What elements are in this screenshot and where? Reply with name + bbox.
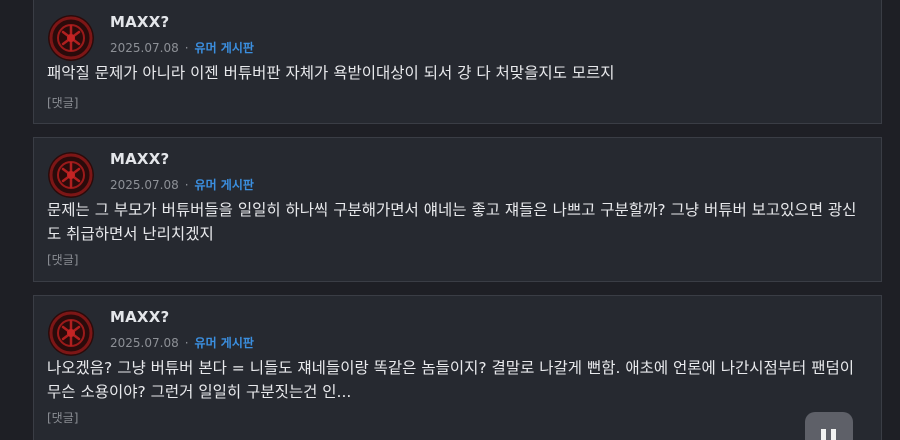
comment-card: MAXX? 2025.07.08 · 유머 게시판 문제는 그 부모가 버튜버들을 … bbox=[33, 137, 882, 282]
comment-text[interactable]: 패악질 문제가 아니라 이젠 버튜버판 자체가 욕받이대상이 되서 걍 다 처맞… bbox=[47, 61, 867, 85]
meta-separator: · bbox=[184, 178, 189, 192]
avatar[interactable] bbox=[48, 152, 94, 198]
red-emblem-avatar-icon bbox=[48, 152, 94, 198]
post-meta: 2025.07.08 · 유머 게시판 bbox=[110, 39, 254, 56]
board-link[interactable]: 유머 게시판 bbox=[195, 41, 254, 55]
comment-card: MAXX? 2025.07.08 · 유머 게시판 패악질 문제가 아니라 이젠 버… bbox=[33, 0, 882, 124]
pause-icon bbox=[821, 429, 826, 440]
red-emblem-avatar-icon bbox=[48, 15, 94, 61]
post-meta: 2025.07.08 · 유머 게시판 bbox=[110, 176, 254, 193]
board-link[interactable]: 유머 게시판 bbox=[195, 178, 254, 192]
reply-link[interactable]: [댓글] bbox=[47, 409, 78, 426]
comment-text[interactable]: 나오겠음? 그냥 버튜버 본다 = 니들도 쟤네들이랑 똑같은 놈들이지? 결말… bbox=[47, 356, 867, 404]
author-name[interactable]: MAXX? bbox=[110, 13, 169, 31]
post-date: 2025.07.08 bbox=[110, 336, 179, 350]
post-date: 2025.07.08 bbox=[110, 178, 179, 192]
post-date: 2025.07.08 bbox=[110, 41, 179, 55]
comment-text[interactable]: 문제는 그 부모가 버튜버들을 일일히 하나씩 구분해가면서 얘네는 좋고 쟤들… bbox=[47, 198, 867, 246]
reply-link[interactable]: [댓글] bbox=[47, 94, 78, 111]
author-name[interactable]: MAXX? bbox=[110, 308, 169, 326]
meta-separator: · bbox=[184, 336, 189, 350]
pause-icon bbox=[831, 429, 836, 440]
comment-feed: MAXX? 2025.07.08 · 유머 게시판 패악질 문제가 아니라 이젠 버… bbox=[0, 0, 900, 440]
red-emblem-avatar-icon bbox=[48, 310, 94, 356]
meta-separator: · bbox=[184, 41, 189, 55]
comment-card: MAXX? 2025.07.08 · 유머 게시판 나오겠음? 그냥 버튜버 본다 … bbox=[33, 295, 882, 440]
board-link[interactable]: 유머 게시판 bbox=[195, 336, 254, 350]
pause-button[interactable] bbox=[805, 412, 853, 440]
author-name[interactable]: MAXX? bbox=[110, 150, 169, 168]
avatar[interactable] bbox=[48, 310, 94, 356]
reply-link[interactable]: [댓글] bbox=[47, 251, 78, 268]
avatar[interactable] bbox=[48, 15, 94, 61]
post-meta: 2025.07.08 · 유머 게시판 bbox=[110, 334, 254, 351]
